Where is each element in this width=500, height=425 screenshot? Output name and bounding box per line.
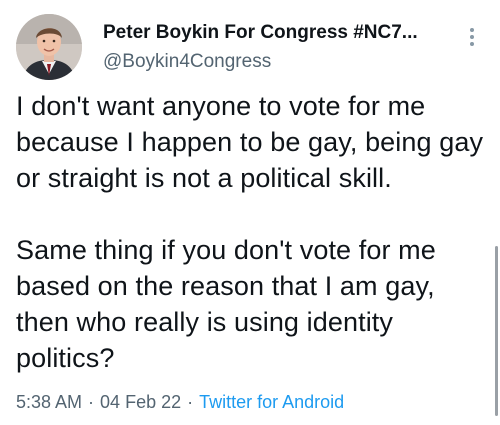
more-dot-icon: [470, 35, 474, 39]
tweet-time[interactable]: 5:38 AM: [16, 392, 82, 412]
more-options-icon[interactable]: [460, 22, 484, 52]
tweet-source-link[interactable]: Twitter for Android: [199, 392, 344, 412]
user-handle[interactable]: @Boykin4Congress: [103, 50, 443, 74]
tweet-date[interactable]: 04 Feb 22: [100, 392, 181, 412]
tweet-meta: 5:38 AM · 04 Feb 22 · Twitter for Android: [16, 390, 344, 414]
profile-photo-icon: [16, 14, 82, 80]
separator: ·: [88, 392, 95, 412]
author-info: Peter Boykin For Congress #NC7... @Boyki…: [103, 21, 443, 74]
tweet: Peter Boykin For Congress #NC7... @Boyki…: [0, 0, 500, 425]
scrollbar[interactable]: [495, 246, 498, 416]
more-dot-icon: [470, 28, 474, 32]
avatar[interactable]: [16, 14, 82, 80]
tweet-header: Peter Boykin For Congress #NC7... @Boyki…: [16, 12, 484, 82]
separator: ·: [187, 392, 194, 412]
tweet-text: I don't want anyone to vote for me becau…: [16, 91, 484, 373]
display-name[interactable]: Peter Boykin For Congress #NC7...: [103, 21, 443, 45]
more-dot-icon: [470, 42, 474, 46]
